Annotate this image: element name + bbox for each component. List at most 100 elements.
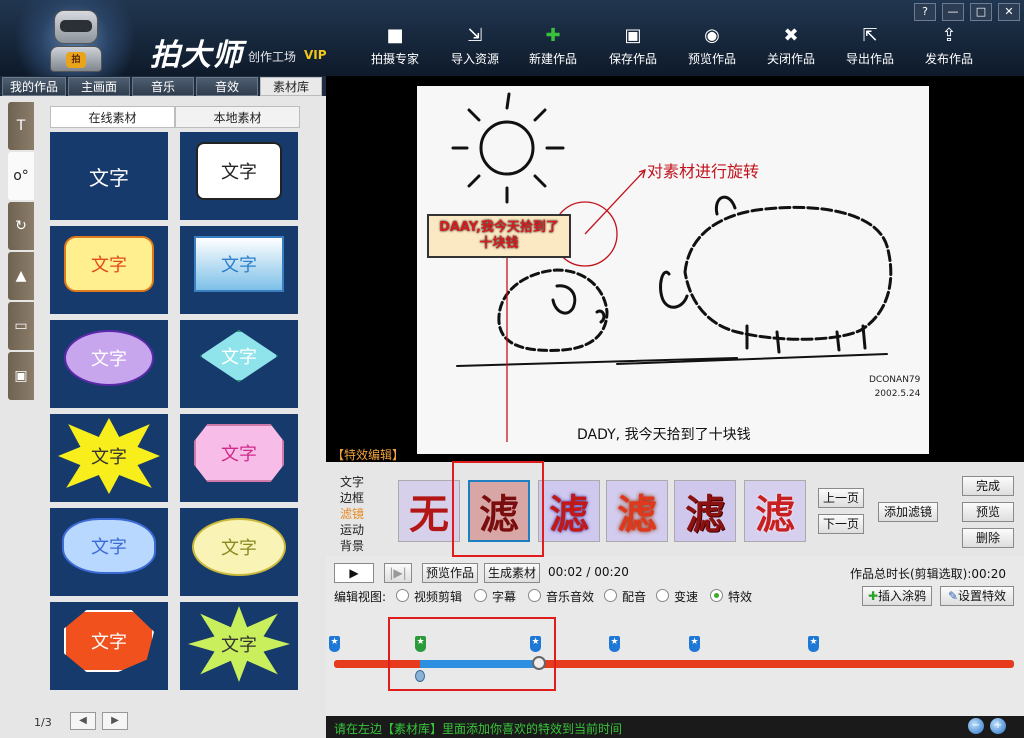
generate-asset-button[interactable]: 生成素材 (484, 563, 540, 583)
fx-category-motion[interactable]: 运动 (340, 522, 364, 538)
timeline-marker-1[interactable]: ★ (329, 636, 340, 652)
radio-subtitle[interactable] (474, 589, 487, 602)
asset-diamond-bubble[interactable]: 文字 (180, 320, 298, 408)
timeline-marker-4[interactable]: ★ (609, 636, 620, 652)
edit-view-label: 编辑视图: (334, 590, 387, 604)
close-window-button[interactable]: ✕ (998, 3, 1020, 21)
tab-online-assets[interactable]: 在线素材 (50, 106, 175, 128)
fx-done-button[interactable]: 完成 (962, 476, 1014, 496)
asset-blue-box-bubble[interactable]: 文字 (180, 226, 298, 314)
tab-my-works[interactable]: 我的作品 (2, 77, 66, 96)
fx-section-label: 【特效编辑】 (332, 448, 405, 462)
radio-video-edit[interactable] (396, 589, 409, 602)
toolbar-new-button[interactable]: ✚ 新建作品 (518, 26, 588, 72)
timeline-marker-5[interactable]: ★ (689, 636, 700, 652)
play-button[interactable]: ▶ (334, 563, 374, 583)
total-duration: 作品总时长(剪辑选取):00:20 (850, 567, 1006, 581)
radio-music[interactable] (528, 589, 541, 602)
asset-red-octagon[interactable]: 文字 (50, 602, 168, 690)
view-music-label: 音乐音效 (546, 590, 595, 604)
filter-thumb-2[interactable]: 滤 (538, 480, 600, 542)
tab-sound-effects[interactable]: 音效 (196, 77, 258, 96)
new-icon: ✚ (545, 25, 561, 46)
asset-cloud-bubble[interactable]: 文字 (50, 508, 168, 596)
view-subtitle-label: 字幕 (492, 590, 517, 604)
add-filter-button[interactable]: 添加滤镜 (878, 502, 938, 522)
toolbar-publish-button[interactable]: ⇪ 发布作品 (914, 26, 984, 72)
asset-star-burst[interactable]: 文字 (50, 414, 168, 502)
fx-preview-button[interactable]: 预览 (962, 502, 1014, 522)
side-tab-images[interactable]: ▲ (8, 252, 34, 300)
next-page-button[interactable]: ▶ (102, 712, 128, 730)
step-button[interactable]: |▶| (384, 563, 412, 583)
zoom-out-icon[interactable]: − (968, 718, 984, 734)
side-tab-text[interactable]: T (8, 102, 34, 150)
toolbar-close-button[interactable]: ✖ 关闭作品 (756, 26, 826, 72)
radio-speed[interactable] (656, 589, 669, 602)
wrench-icon: ✎ (947, 589, 959, 603)
radio-effects[interactable] (710, 589, 723, 602)
close-doc-icon: ✖ (783, 25, 799, 46)
view-speed-label: 变速 (674, 590, 699, 604)
tab-library[interactable]: 素材库 (260, 77, 322, 96)
preview-work-button[interactable]: 预览作品 (422, 563, 478, 583)
fx-next-page-button[interactable]: 下一页 (818, 514, 864, 534)
toolbar-camera-button[interactable]: ■ 拍摄专家 (360, 26, 430, 72)
toolbar-preview-button[interactable]: ◉ 预览作品 (677, 26, 747, 72)
insert-doodle-button[interactable]: ✚插入涂鸦 (862, 586, 932, 606)
fx-category-border[interactable]: 边框 (340, 490, 364, 506)
help-button[interactable]: ? (914, 3, 936, 21)
asset-grid: 文字 文字 文字 文字 文字 文字 文字 文字 文字 文字 文字 文字 (50, 132, 300, 692)
camera-icon: ■ (386, 25, 404, 46)
asset-rect-bubble[interactable]: 文字 (180, 132, 298, 220)
set-effect-button[interactable]: ✎设置特效 (940, 586, 1014, 606)
view-video-edit-label: 视频剪辑 (414, 590, 463, 604)
save-icon: ▣ (624, 25, 642, 46)
cartoon-drawing (451, 92, 893, 442)
toolbar-save-button[interactable]: ▣ 保存作品 (598, 26, 668, 72)
preview-canvas[interactable]: 对素材进行旋转 DAAY,我今天拾到了 十块钱 DADY, 我今天拾到了十块钱 … (417, 86, 929, 454)
tab-music[interactable]: 音乐 (132, 77, 194, 96)
asset-pink-bubble[interactable]: 文字 (180, 414, 298, 502)
fx-category-filter[interactable]: 滤镜 (340, 506, 364, 522)
fx-category-text[interactable]: 文字 (340, 474, 364, 490)
library-footer: 1/3 ◀ ▶ (0, 708, 326, 738)
asset-green-burst[interactable]: 文字 (180, 602, 298, 690)
toolbar-import-button[interactable]: ⇲ 导入资源 (440, 26, 510, 72)
asset-oval-bubble[interactable]: 文字 (50, 320, 168, 408)
upload-icon: ⇪ (941, 25, 957, 46)
filter-thumb-3[interactable]: 滤 (606, 480, 668, 542)
fx-panel: 文字 边框 滤镜 运动 背景 无 滤 滤 滤 滤 滤 上一页 下一页 添加滤镜 … (326, 462, 1024, 556)
filter-thumb-none[interactable]: 无 (398, 480, 460, 542)
highlight-selected-filter (452, 461, 544, 557)
maximize-button[interactable]: □ (970, 3, 992, 21)
page-indicator: 1/3 (34, 716, 52, 729)
logo-badge: 拍 (66, 52, 86, 68)
tab-local-assets[interactable]: 本地素材 (175, 106, 300, 128)
asset-plain-text[interactable]: 文字 (50, 132, 168, 220)
prev-page-button[interactable]: ◀ (70, 712, 96, 730)
view-dubbing-label: 配音 (622, 590, 647, 604)
highlight-timeline-range (388, 617, 556, 691)
radio-dubbing[interactable] (604, 589, 617, 602)
fx-category-background[interactable]: 背景 (340, 538, 364, 554)
timeline-marker-6[interactable]: ★ (808, 636, 819, 652)
side-tabs: T o° ↻ ▲ ▭ ▣ (8, 96, 34, 416)
side-tab-frames[interactable]: ▭ (8, 302, 34, 350)
side-tab-effects[interactable]: ↻ (8, 202, 34, 250)
side-tab-pictures[interactable]: ▣ (8, 352, 34, 400)
eye-icon: ◉ (704, 25, 720, 46)
filter-thumb-5[interactable]: 滤 (744, 480, 806, 542)
zoom-in-icon[interactable]: + (990, 718, 1006, 734)
toolbar-export-button[interactable]: ⇱ 导出作品 (835, 26, 905, 72)
tab-main-screen[interactable]: 主画面 (68, 77, 130, 96)
minimize-button[interactable]: — (942, 3, 964, 21)
fx-prev-page-button[interactable]: 上一页 (818, 488, 864, 508)
fx-delete-button[interactable]: 删除 (962, 528, 1014, 548)
filter-thumb-4[interactable]: 滤 (674, 480, 736, 542)
asset-yellow-bubble[interactable]: 文字 (50, 226, 168, 314)
asset-cream-bubble[interactable]: 文字 (180, 508, 298, 596)
time-display: 00:02 / 00:20 (548, 565, 629, 579)
selected-text-object[interactable]: DAAY,我今天拾到了 十块钱 (427, 214, 571, 258)
side-tab-bubbles[interactable]: o° (8, 152, 34, 200)
